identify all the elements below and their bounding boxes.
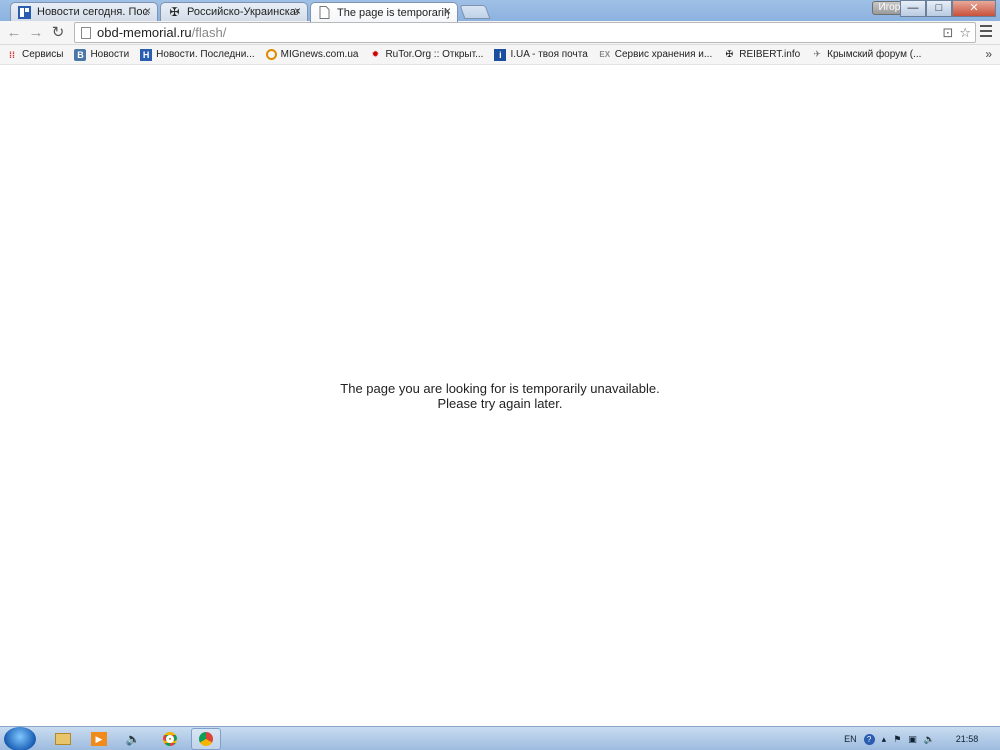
play-icon: ▶: [91, 732, 107, 746]
cross-icon: ✠: [169, 5, 180, 19]
bookmark-rutor[interactable]: ✹ RuTor.Org :: Открыт...: [369, 49, 484, 61]
bookmark-label: RuTor.Org :: Открыт...: [385, 49, 484, 60]
page-content: The page you are looking for is temporar…: [0, 66, 1000, 726]
tab-active-page[interactable]: The page is temporarily u ×: [310, 2, 458, 22]
flag-icon[interactable]: ⚑: [893, 734, 901, 745]
reload-button[interactable]: ↻: [50, 25, 66, 41]
plane-icon: ✈: [813, 49, 821, 59]
error-line-1: The page you are looking for is temporar…: [340, 381, 660, 396]
mig-icon: [265, 49, 277, 60]
back-button[interactable]: ←: [6, 25, 22, 41]
apps-icon: ⁞⁞: [9, 49, 15, 60]
taskbar-explorer[interactable]: [48, 728, 78, 750]
translate-icon[interactable]: ⊡: [942, 25, 953, 41]
tab-title: Новости сегодня. После: [37, 6, 149, 18]
bookmarks-bar: ⁞⁞ Сервисы B Новости H Новости. Последни…: [0, 45, 1000, 65]
browser-toolbar: ← → ↻ obd-memorial.ru /flash/ ⊡ ☆: [0, 21, 1000, 45]
taskbar: ▶ 🔈 EN ? ▴ ⚑ ▣ 🔈 21:58: [0, 726, 1000, 750]
taskbar-chrome-active[interactable]: [191, 728, 221, 750]
tab-news[interactable]: Новости сегодня. После ×: [10, 2, 158, 21]
bookmark-label: Новости. Последни...: [156, 49, 255, 60]
close-icon[interactable]: ×: [294, 4, 301, 18]
minimize-button[interactable]: —: [900, 0, 926, 17]
tab-russia-ukraine[interactable]: ✠ Российско-Украинская в ×: [160, 2, 308, 21]
start-button[interactable]: [4, 727, 36, 750]
bookmark-ex[interactable]: EX Сервис хранения и...: [599, 49, 712, 61]
tab-title: Российско-Украинская в: [187, 6, 299, 18]
taskbar-media-player[interactable]: ▶: [84, 728, 114, 750]
vk-icon: B: [74, 48, 87, 61]
close-icon[interactable]: ×: [444, 4, 451, 18]
url-host: obd-memorial.ru: [97, 25, 192, 40]
maximize-button[interactable]: □: [926, 0, 952, 17]
close-icon[interactable]: ×: [144, 4, 151, 18]
bookmark-mignews[interactable]: MIGnews.com.ua: [265, 49, 359, 60]
bookmark-label: Сервис хранения и...: [614, 49, 713, 60]
bookmark-label: MIGnews.com.ua: [280, 49, 359, 60]
bookmark-iua[interactable]: i I.UA - твоя почта: [494, 48, 588, 61]
bookmark-label: Сервисы: [22, 49, 64, 60]
language-indicator[interactable]: EN: [844, 734, 857, 744]
cross-icon: ✠: [725, 49, 733, 59]
bookmark-crimea-forum[interactable]: ✈ Крымский форум (...: [811, 49, 921, 61]
page-icon: [319, 6, 330, 19]
chevron-up-icon[interactable]: ▴: [882, 734, 887, 745]
network-icon[interactable]: ▣: [908, 734, 917, 745]
clock[interactable]: 21:58: [942, 734, 992, 744]
iua-icon: i: [494, 48, 507, 61]
bookmark-label: REIBERT.info: [739, 49, 801, 60]
bookmark-label: I.UA - твоя почта: [510, 49, 588, 60]
tab-strip: Новости сегодня. После × ✠ Российско-Укр…: [0, 0, 1000, 22]
reload-icon: ↻: [51, 24, 65, 41]
arrow-left-icon: ←: [6, 24, 22, 41]
bookmark-news[interactable]: H Новости. Последни...: [140, 48, 255, 61]
error-message: The page you are looking for is temporar…: [0, 381, 1000, 411]
new-tab-button[interactable]: [459, 5, 491, 19]
url-path: /flash/: [191, 25, 227, 40]
bookmark-vk[interactable]: B Новости: [74, 48, 130, 61]
bookmark-label: Крымский форум (...: [827, 49, 922, 60]
star-icon[interactable]: ☆: [959, 25, 971, 41]
tab-title: The page is temporarily u: [337, 6, 449, 19]
close-window-button[interactable]: ✕: [952, 0, 996, 17]
address-bar[interactable]: obd-memorial.ru /flash/ ⊡ ☆: [74, 22, 976, 43]
omnibox-actions: ⊡ ☆: [942, 25, 971, 41]
volume-icon[interactable]: 🔈: [924, 734, 935, 745]
taskbar-audio[interactable]: 🔈: [118, 728, 148, 750]
news-icon: [18, 6, 31, 19]
news-icon: H: [140, 48, 153, 61]
chrome-icon: [199, 732, 213, 746]
window-controls: — □ ✕: [900, 0, 996, 17]
page-icon: [81, 26, 91, 39]
bookmark-label: Новости: [90, 49, 130, 60]
help-icon[interactable]: ?: [863, 733, 875, 745]
bookmark-apps[interactable]: ⁞⁞ Сервисы: [6, 49, 63, 61]
chrome-icon: [163, 732, 177, 746]
folder-icon: [55, 733, 71, 745]
menu-icon[interactable]: [980, 25, 992, 40]
ex-icon: EX: [599, 50, 611, 59]
rutor-icon: ✹: [371, 49, 380, 59]
bookmarks-overflow-button[interactable]: »: [985, 47, 992, 61]
forward-button[interactable]: →: [28, 25, 44, 41]
bookmark-reibert[interactable]: ✠ REIBERT.info: [723, 49, 800, 61]
arrow-right-icon: →: [28, 24, 44, 41]
speaker-icon: 🔈: [125, 732, 141, 746]
error-line-2: Please try again later.: [437, 396, 563, 411]
system-tray: EN ? ▴ ⚑ ▣ 🔈 21:58: [844, 727, 1000, 750]
taskbar-chrome[interactable]: [155, 728, 185, 750]
